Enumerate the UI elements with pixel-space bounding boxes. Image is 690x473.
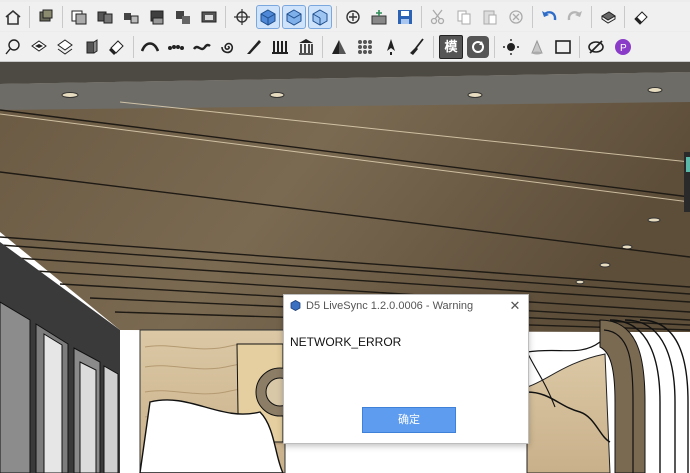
front-view-icon[interactable] (308, 4, 332, 29)
library-icon[interactable] (295, 36, 317, 58)
materials-icon[interactable] (94, 6, 116, 28)
copy-icon[interactable] (453, 6, 475, 28)
save-icon[interactable] (394, 6, 416, 28)
shadows-icon[interactable] (172, 6, 194, 28)
profile-icon[interactable]: P (611, 36, 633, 58)
zoom-icon[interactable] (342, 6, 364, 28)
grid-icon[interactable] (354, 36, 376, 58)
spiral-icon[interactable] (217, 36, 239, 58)
dots-icon[interactable] (165, 36, 187, 58)
print-icon[interactable] (597, 6, 619, 28)
dialog-message: NETWORK_ERROR (290, 335, 402, 349)
hide-icon[interactable] (585, 36, 607, 58)
paint-icon[interactable] (106, 36, 128, 58)
select-faces-icon[interactable] (28, 36, 50, 58)
components-icon[interactable] (35, 6, 57, 28)
layers-icon[interactable] (68, 6, 90, 28)
close-icon[interactable]: ✕ (506, 297, 524, 315)
warning-dialog: D5 LiveSync 1.2.0.0006 - Warning ✕ NETWO… (283, 294, 529, 444)
drawing-toolbar: 模 P (0, 32, 690, 62)
knife-icon[interactable] (243, 36, 265, 58)
rectangle-icon[interactable] (552, 36, 574, 58)
top-view-icon[interactable] (282, 4, 306, 29)
styles-icon[interactable] (120, 6, 142, 28)
columns-icon[interactable] (269, 36, 291, 58)
axes-icon[interactable] (231, 6, 253, 28)
redo-icon[interactable] (564, 6, 586, 28)
add-location-icon[interactable] (368, 6, 390, 28)
eraser-icon[interactable] (630, 6, 652, 28)
erase-icon[interactable] (505, 6, 527, 28)
module-icon-glyph: 模 (444, 39, 458, 54)
home-icon[interactable] (2, 6, 24, 28)
fog-icon[interactable] (198, 6, 220, 28)
extrude-icon[interactable] (80, 36, 102, 58)
target-icon[interactable] (500, 36, 522, 58)
triangle-icon[interactable] (328, 36, 350, 58)
undo-icon[interactable] (538, 6, 560, 28)
scenes-icon[interactable] (146, 6, 168, 28)
broom-icon[interactable] (406, 36, 428, 58)
arc-icon[interactable] (139, 36, 161, 58)
main-toolbar (0, 2, 690, 31)
compass-icon[interactable] (380, 36, 402, 58)
dialog-title: D5 LiveSync 1.2.0.0006 - Warning (306, 300, 474, 312)
iso-view-icon[interactable] (256, 4, 280, 29)
dialog-titlebar[interactable]: D5 LiveSync 1.2.0.0006 - Warning ✕ (284, 295, 528, 317)
flip-icon[interactable] (54, 36, 76, 58)
model-viewport[interactable]: D5 LiveSync 1.2.0.0006 - Warning ✕ NETWO… (0, 62, 690, 473)
lasso-icon[interactable] (2, 36, 24, 58)
paste-icon[interactable] (479, 6, 501, 28)
wave-icon[interactable] (191, 36, 213, 58)
cone-icon[interactable] (526, 36, 548, 58)
d5-app-icon (290, 300, 301, 311)
module-icon[interactable]: 模 (439, 34, 463, 59)
reload-icon[interactable] (467, 35, 489, 58)
cut-icon[interactable] (427, 6, 449, 28)
ok-button[interactable]: 确定 (362, 407, 456, 433)
svg-text:P: P (620, 43, 627, 54)
